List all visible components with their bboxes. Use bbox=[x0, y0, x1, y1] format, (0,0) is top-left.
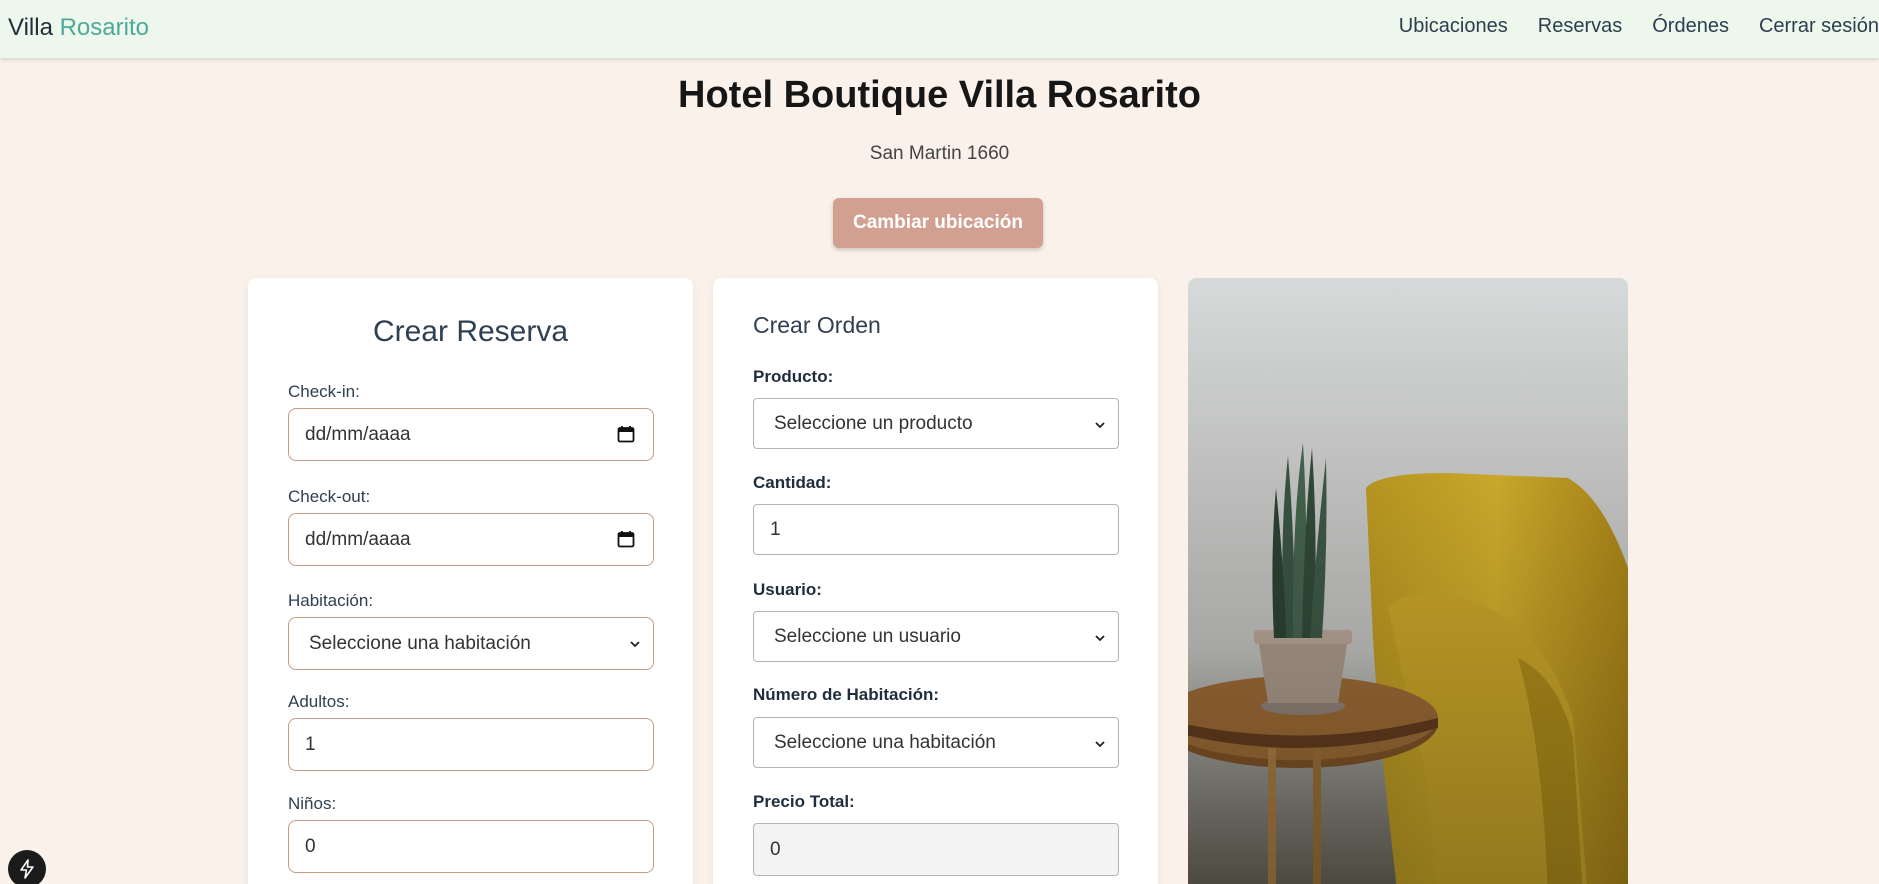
nav-links: Ubicaciones Reservas Órdenes Cerrar sesi… bbox=[1399, 15, 1879, 38]
quantity-value: 1 bbox=[770, 518, 781, 540]
checkin-value: dd/mm/aaaa bbox=[305, 423, 411, 445]
adults-input[interactable]: 1 bbox=[288, 718, 654, 771]
room-number-select-value: Seleccione una habitación bbox=[774, 731, 996, 753]
room-select-value: Seleccione una habitación bbox=[309, 632, 531, 654]
quantity-label: Cantidad: bbox=[753, 473, 832, 492]
top-navbar: Villa Rosarito Ubicaciones Reservas Órde… bbox=[0, 0, 1879, 58]
chevron-down-icon bbox=[630, 641, 640, 648]
nav-link-ordenes[interactable]: Órdenes bbox=[1652, 15, 1729, 38]
hotel-address: San Martin 1660 bbox=[869, 143, 1010, 164]
user-select[interactable]: Seleccione un usuario bbox=[753, 611, 1119, 662]
checkout-value: dd/mm/aaaa bbox=[305, 528, 411, 550]
room-select[interactable]: Seleccione una habitación bbox=[288, 617, 654, 670]
reservation-title: Crear Reserva bbox=[372, 315, 569, 348]
hotel-room-photo bbox=[1188, 278, 1628, 884]
create-reservation-card: Crear Reserva Check-in: dd/mm/aaaa Check… bbox=[248, 278, 693, 884]
nav-link-reservas[interactable]: Reservas bbox=[1538, 15, 1622, 38]
calendar-icon[interactable] bbox=[617, 530, 635, 548]
user-label: Usuario: bbox=[753, 580, 822, 599]
adults-label: Adultos: bbox=[288, 692, 350, 711]
children-input[interactable]: 0 bbox=[288, 820, 654, 873]
nav-link-ubicaciones[interactable]: Ubicaciones bbox=[1399, 15, 1508, 38]
checkin-label: Check-in: bbox=[288, 382, 360, 401]
checkin-date-input[interactable]: dd/mm/aaaa bbox=[288, 408, 654, 461]
create-order-card: Crear Orden Producto: Seleccione un prod… bbox=[713, 278, 1158, 884]
lightning-icon bbox=[20, 859, 34, 879]
room-number-label: Número de Habitación: bbox=[753, 685, 940, 704]
product-select-value: Seleccione un producto bbox=[774, 412, 973, 434]
total-price-label: Precio Total: bbox=[753, 792, 855, 811]
order-title: Crear Orden bbox=[753, 312, 881, 338]
brand-name-part1: Villa bbox=[8, 14, 53, 41]
checkout-label: Check-out: bbox=[288, 487, 371, 506]
product-select[interactable]: Seleccione un producto bbox=[753, 398, 1119, 449]
quantity-input[interactable]: 1 bbox=[753, 504, 1119, 555]
room-illustration bbox=[1188, 278, 1628, 884]
product-label: Producto: bbox=[753, 367, 834, 386]
children-value: 0 bbox=[305, 835, 316, 857]
room-number-select[interactable]: Seleccione una habitación bbox=[753, 717, 1119, 768]
brand-logo[interactable]: Villa Rosarito bbox=[8, 14, 149, 42]
user-select-value: Seleccione un usuario bbox=[774, 625, 961, 647]
room-label: Habitación: bbox=[288, 591, 374, 610]
nav-link-cerrar-sesion[interactable]: Cerrar sesión bbox=[1759, 15, 1879, 38]
bolt-icon[interactable] bbox=[8, 850, 46, 884]
chevron-down-icon bbox=[1095, 741, 1105, 748]
calendar-icon[interactable] bbox=[617, 425, 635, 443]
page-title: Hotel Boutique Villa Rosarito bbox=[678, 74, 1201, 116]
children-label: Niños: bbox=[288, 794, 337, 813]
adults-value: 1 bbox=[305, 733, 316, 755]
total-price-input: 0 bbox=[753, 823, 1119, 876]
brand-name-part2: Rosarito bbox=[59, 14, 149, 41]
chevron-down-icon bbox=[1095, 422, 1105, 429]
chevron-down-icon bbox=[1095, 635, 1105, 642]
total-price-value: 0 bbox=[770, 838, 781, 860]
checkout-date-input[interactable]: dd/mm/aaaa bbox=[288, 513, 654, 566]
change-location-button[interactable]: Cambiar ubicación bbox=[833, 198, 1043, 248]
